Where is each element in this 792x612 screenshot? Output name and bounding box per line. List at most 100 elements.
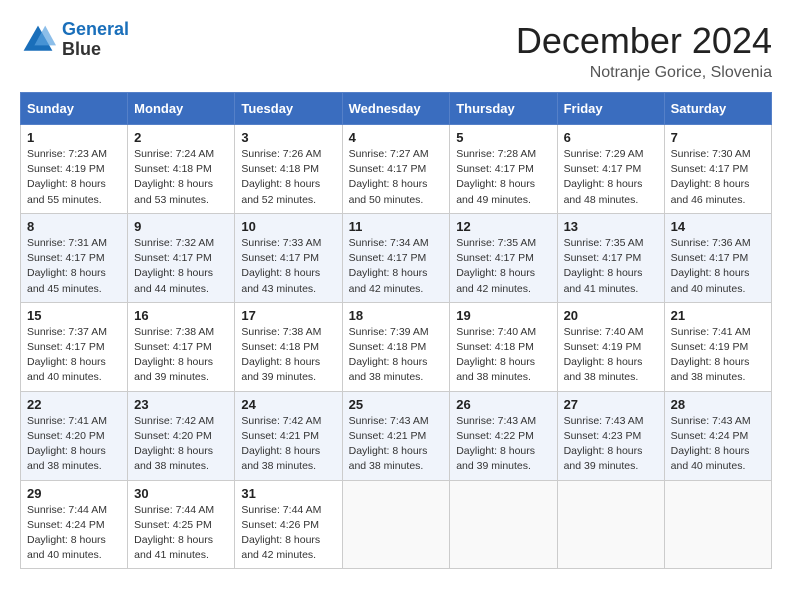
day-number: 29 — [27, 486, 121, 501]
col-sunday: Sunday — [21, 93, 128, 125]
day-info: Sunrise: 7:44 AM Sunset: 4:25 PM Dayligh… — [134, 503, 228, 564]
col-saturday: Saturday — [664, 93, 771, 125]
title-block: December 2024 Notranje Gorice, Slovenia — [516, 20, 772, 82]
day-info: Sunrise: 7:41 AM Sunset: 4:20 PM Dayligh… — [27, 414, 121, 475]
day-number: 22 — [27, 397, 121, 412]
day-info: Sunrise: 7:35 AM Sunset: 4:17 PM Dayligh… — [564, 236, 658, 297]
day-info: Sunrise: 7:29 AM Sunset: 4:17 PM Dayligh… — [564, 147, 658, 208]
logo-text: General Blue — [62, 20, 129, 60]
day-number: 5 — [456, 130, 550, 145]
day-info: Sunrise: 7:24 AM Sunset: 4:18 PM Dayligh… — [134, 147, 228, 208]
table-row — [342, 480, 450, 569]
day-info: Sunrise: 7:40 AM Sunset: 4:19 PM Dayligh… — [564, 325, 658, 386]
day-number: 8 — [27, 219, 121, 234]
location: Notranje Gorice, Slovenia — [516, 64, 772, 82]
day-info: Sunrise: 7:44 AM Sunset: 4:24 PM Dayligh… — [27, 503, 121, 564]
table-row: 1 Sunrise: 7:23 AM Sunset: 4:19 PM Dayli… — [21, 125, 128, 214]
table-row: 14 Sunrise: 7:36 AM Sunset: 4:17 PM Dayl… — [664, 213, 771, 302]
day-number: 11 — [349, 219, 444, 234]
day-info: Sunrise: 7:40 AM Sunset: 4:18 PM Dayligh… — [456, 325, 550, 386]
day-info: Sunrise: 7:23 AM Sunset: 4:19 PM Dayligh… — [27, 147, 121, 208]
day-number: 13 — [564, 219, 658, 234]
day-info: Sunrise: 7:37 AM Sunset: 4:17 PM Dayligh… — [27, 325, 121, 386]
day-info: Sunrise: 7:28 AM Sunset: 4:17 PM Dayligh… — [456, 147, 550, 208]
day-number: 15 — [27, 308, 121, 323]
page-header: General Blue December 2024 Notranje Gori… — [20, 20, 772, 82]
day-number: 20 — [564, 308, 658, 323]
table-row: 2 Sunrise: 7:24 AM Sunset: 4:18 PM Dayli… — [128, 125, 235, 214]
table-row: 17 Sunrise: 7:38 AM Sunset: 4:18 PM Dayl… — [235, 302, 342, 391]
day-number: 16 — [134, 308, 228, 323]
table-row: 21 Sunrise: 7:41 AM Sunset: 4:19 PM Dayl… — [664, 302, 771, 391]
calendar-row: 29 Sunrise: 7:44 AM Sunset: 4:24 PM Dayl… — [21, 480, 772, 569]
table-row: 31 Sunrise: 7:44 AM Sunset: 4:26 PM Dayl… — [235, 480, 342, 569]
table-row: 20 Sunrise: 7:40 AM Sunset: 4:19 PM Dayl… — [557, 302, 664, 391]
day-number: 3 — [241, 130, 335, 145]
day-number: 10 — [241, 219, 335, 234]
month-title: December 2024 — [516, 20, 772, 62]
day-number: 9 — [134, 219, 228, 234]
table-row: 10 Sunrise: 7:33 AM Sunset: 4:17 PM Dayl… — [235, 213, 342, 302]
calendar-row: 1 Sunrise: 7:23 AM Sunset: 4:19 PM Dayli… — [21, 125, 772, 214]
day-info: Sunrise: 7:42 AM Sunset: 4:20 PM Dayligh… — [134, 414, 228, 475]
table-row: 9 Sunrise: 7:32 AM Sunset: 4:17 PM Dayli… — [128, 213, 235, 302]
table-row: 22 Sunrise: 7:41 AM Sunset: 4:20 PM Dayl… — [21, 391, 128, 480]
day-number: 4 — [349, 130, 444, 145]
day-info: Sunrise: 7:44 AM Sunset: 4:26 PM Dayligh… — [241, 503, 335, 564]
day-info: Sunrise: 7:32 AM Sunset: 4:17 PM Dayligh… — [134, 236, 228, 297]
day-number: 25 — [349, 397, 444, 412]
day-number: 27 — [564, 397, 658, 412]
day-info: Sunrise: 7:43 AM Sunset: 4:22 PM Dayligh… — [456, 414, 550, 475]
table-row: 3 Sunrise: 7:26 AM Sunset: 4:18 PM Dayli… — [235, 125, 342, 214]
table-row: 30 Sunrise: 7:44 AM Sunset: 4:25 PM Dayl… — [128, 480, 235, 569]
table-row: 7 Sunrise: 7:30 AM Sunset: 4:17 PM Dayli… — [664, 125, 771, 214]
day-info: Sunrise: 7:35 AM Sunset: 4:17 PM Dayligh… — [456, 236, 550, 297]
day-info: Sunrise: 7:39 AM Sunset: 4:18 PM Dayligh… — [349, 325, 444, 386]
col-wednesday: Wednesday — [342, 93, 450, 125]
logo-icon — [20, 22, 56, 58]
day-number: 12 — [456, 219, 550, 234]
table-row: 23 Sunrise: 7:42 AM Sunset: 4:20 PM Dayl… — [128, 391, 235, 480]
col-monday: Monday — [128, 93, 235, 125]
day-number: 28 — [671, 397, 765, 412]
table-row: 29 Sunrise: 7:44 AM Sunset: 4:24 PM Dayl… — [21, 480, 128, 569]
table-row: 11 Sunrise: 7:34 AM Sunset: 4:17 PM Dayl… — [342, 213, 450, 302]
day-info: Sunrise: 7:41 AM Sunset: 4:19 PM Dayligh… — [671, 325, 765, 386]
table-row: 24 Sunrise: 7:42 AM Sunset: 4:21 PM Dayl… — [235, 391, 342, 480]
day-info: Sunrise: 7:38 AM Sunset: 4:18 PM Dayligh… — [241, 325, 335, 386]
table-row: 27 Sunrise: 7:43 AM Sunset: 4:23 PM Dayl… — [557, 391, 664, 480]
col-tuesday: Tuesday — [235, 93, 342, 125]
logo: General Blue — [20, 20, 129, 60]
day-info: Sunrise: 7:36 AM Sunset: 4:17 PM Dayligh… — [671, 236, 765, 297]
header-row: Sunday Monday Tuesday Wednesday Thursday… — [21, 93, 772, 125]
table-row: 18 Sunrise: 7:39 AM Sunset: 4:18 PM Dayl… — [342, 302, 450, 391]
day-number: 24 — [241, 397, 335, 412]
calendar-row: 8 Sunrise: 7:31 AM Sunset: 4:17 PM Dayli… — [21, 213, 772, 302]
day-info: Sunrise: 7:38 AM Sunset: 4:17 PM Dayligh… — [134, 325, 228, 386]
day-info: Sunrise: 7:34 AM Sunset: 4:17 PM Dayligh… — [349, 236, 444, 297]
table-row: 6 Sunrise: 7:29 AM Sunset: 4:17 PM Dayli… — [557, 125, 664, 214]
calendar-table: Sunday Monday Tuesday Wednesday Thursday… — [20, 92, 772, 569]
day-info: Sunrise: 7:31 AM Sunset: 4:17 PM Dayligh… — [27, 236, 121, 297]
day-number: 2 — [134, 130, 228, 145]
day-info: Sunrise: 7:27 AM Sunset: 4:17 PM Dayligh… — [349, 147, 444, 208]
day-number: 6 — [564, 130, 658, 145]
table-row: 13 Sunrise: 7:35 AM Sunset: 4:17 PM Dayl… — [557, 213, 664, 302]
day-number: 21 — [671, 308, 765, 323]
day-info: Sunrise: 7:30 AM Sunset: 4:17 PM Dayligh… — [671, 147, 765, 208]
day-number: 17 — [241, 308, 335, 323]
col-thursday: Thursday — [450, 93, 557, 125]
table-row: 16 Sunrise: 7:38 AM Sunset: 4:17 PM Dayl… — [128, 302, 235, 391]
day-number: 14 — [671, 219, 765, 234]
day-number: 31 — [241, 486, 335, 501]
table-row: 26 Sunrise: 7:43 AM Sunset: 4:22 PM Dayl… — [450, 391, 557, 480]
day-info: Sunrise: 7:26 AM Sunset: 4:18 PM Dayligh… — [241, 147, 335, 208]
table-row — [557, 480, 664, 569]
table-row: 4 Sunrise: 7:27 AM Sunset: 4:17 PM Dayli… — [342, 125, 450, 214]
day-number: 1 — [27, 130, 121, 145]
calendar-row: 22 Sunrise: 7:41 AM Sunset: 4:20 PM Dayl… — [21, 391, 772, 480]
day-info: Sunrise: 7:43 AM Sunset: 4:24 PM Dayligh… — [671, 414, 765, 475]
day-number: 26 — [456, 397, 550, 412]
table-row — [664, 480, 771, 569]
day-info: Sunrise: 7:43 AM Sunset: 4:23 PM Dayligh… — [564, 414, 658, 475]
